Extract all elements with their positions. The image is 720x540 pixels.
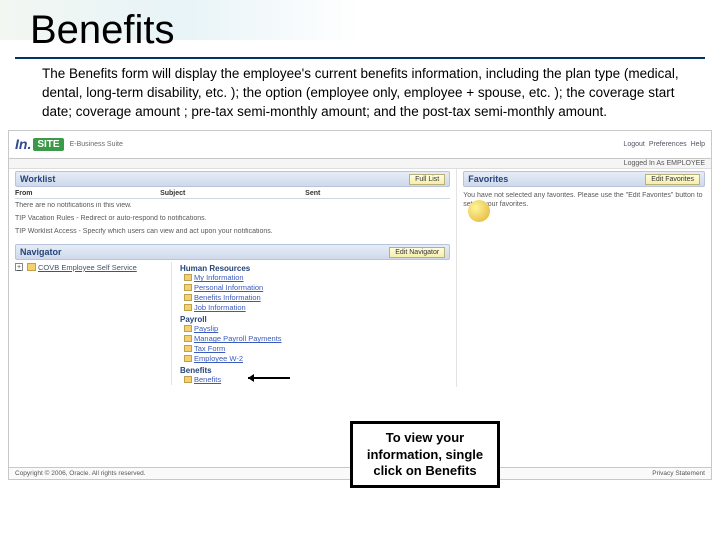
col-from: From [15,189,160,198]
favorites-header: Favorites Edit Favorites [463,171,705,187]
nav-link-benefits[interactable]: Benefits [180,375,450,385]
favorites-title: Favorites [468,174,508,184]
folder-icon [184,355,192,362]
tree-root-item[interactable]: + COVB Employee Self Service [15,262,167,273]
folder-icon [184,274,192,281]
preferences-link[interactable]: Preferences [649,141,687,148]
worklist-tip1: TIP Vacation Rules - Redirect or auto-re… [15,212,450,225]
navigator-title: Navigator [20,247,62,257]
app-header: In. SITE E-Business Suite Logout Prefere… [9,131,711,159]
folder-icon [184,294,192,301]
nav-link-w2[interactable]: Employee W-2 [180,354,450,364]
worklist-tip2: TIP Worklist Access - Specify which user… [15,225,450,238]
speaker-icon [468,200,490,222]
nav-link-tax-form[interactable]: Tax Form [180,344,450,354]
nav-link-job-information[interactable]: Job Information [180,303,450,313]
folder-icon [184,284,192,291]
suite-label: E-Business Suite [70,141,123,148]
folder-icon [184,335,192,342]
edit-navigator-button[interactable]: Edit Navigator [389,247,445,258]
login-status: Logged In As EMPLOYEE [9,159,711,169]
benefits-group-title: Benefits [180,366,450,375]
favorites-empty: You have not selected any favorites. Ple… [463,189,705,211]
title-underline [15,57,705,59]
payroll-group-title: Payroll [180,315,450,324]
col-subject: Subject [160,189,305,198]
footer-privacy[interactable]: Privacy Statement [652,470,705,477]
full-list-button[interactable]: Full List [409,174,445,185]
nav-link-payslip[interactable]: Payslip [180,324,450,334]
slide-description: The Benefits form will display the emplo… [0,65,720,130]
hr-group-title: Human Resources [180,264,450,273]
folder-icon [184,376,192,383]
navigator-tree: + COVB Employee Self Service [15,262,172,385]
app-logo: In. SITE E-Business Suite [15,136,123,152]
nav-link-manage-payroll[interactable]: Manage Payroll Payments [180,334,450,344]
folder-icon [184,345,192,352]
expand-icon[interactable]: + [15,263,23,271]
folder-icon [27,263,36,271]
logout-link[interactable]: Logout [623,141,644,148]
worklist-columns: From Subject Sent [15,189,450,199]
worklist-header: Worklist Full List [15,171,450,187]
nav-link-benefits-information[interactable]: Benefits Information [180,293,450,303]
pointer-arrow [248,377,290,379]
nav-link-personal-information[interactable]: Personal Information [180,283,450,293]
logo-box: SITE [33,138,63,151]
help-link[interactable]: Help [691,141,705,148]
edit-favorites-button[interactable]: Edit Favorites [645,174,700,185]
tree-root-label: COVB Employee Self Service [38,263,137,272]
col-sent: Sent [305,189,450,198]
navigator-header: Navigator Edit Navigator [15,244,450,260]
worklist-empty: There are no notifications in this view. [15,199,450,212]
nav-link-my-information[interactable]: My Information [180,273,450,283]
logo-prefix: In. [15,136,31,152]
navigator-content: Human Resources My Information Personal … [180,262,450,385]
folder-icon [184,304,192,311]
instruction-callout: To view your information, single click o… [350,421,500,488]
header-links: Logout Preferences Help [623,141,705,148]
folder-icon [184,325,192,332]
worklist-title: Worklist [20,174,55,184]
slide-title: Benefits [0,0,720,55]
footer-copyright: Copyright © 2006, Oracle. All rights res… [15,470,146,477]
